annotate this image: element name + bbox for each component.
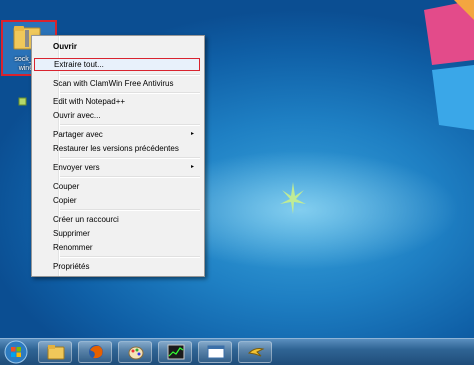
menu-item-edit-notepad[interactable]: Edit with Notepad++ (18, 95, 200, 108)
menu-item-open[interactable]: Ouvrir (34, 40, 200, 53)
windows-explorer-icon (47, 345, 65, 360)
menu-item-label: Partager avec (53, 130, 103, 139)
menu-item-delete[interactable]: Supprimer (34, 227, 200, 240)
menu-separator (60, 124, 200, 126)
menu-separator (60, 256, 200, 258)
context-menu: Ouvrir Extraire tout... Scan with ClamWi… (18, 35, 205, 277)
menu-separator (60, 74, 200, 76)
menu-separator (60, 176, 200, 178)
menu-item-open-with[interactable]: Ouvrir avec... (34, 109, 200, 122)
windows-logo-wallpaper-icon (424, 0, 474, 130)
menu-item-copy[interactable]: Copier (34, 194, 200, 207)
start-button-icon[interactable] (2, 340, 30, 364)
menu-separator (60, 157, 200, 159)
submenu-arrow-icon: ▸ (190, 131, 194, 137)
submenu-arrow-icon: ▸ (190, 164, 194, 170)
window-icon (207, 345, 225, 359)
menu-item-extract-all[interactable]: Extraire tout... (34, 58, 200, 71)
menu-item-clamwin-scan[interactable]: Scan with ClamWin Free Antivirus (34, 77, 200, 90)
menu-item-rename[interactable]: Renommer (34, 241, 200, 254)
taskbar-paint-button[interactable] (118, 341, 152, 363)
menu-item-label: Envoyer vers (53, 163, 100, 172)
menu-item-create-shortcut[interactable]: Créer un raccourci (34, 213, 200, 226)
menu-item-share-with[interactable]: Partager avec ▸ (34, 128, 200, 141)
firefox-icon (89, 345, 103, 359)
taskbar-explorer-button[interactable] (38, 341, 72, 363)
menu-item-send-to[interactable]: Envoyer vers ▸ (34, 161, 200, 174)
menu-separator (60, 92, 200, 94)
menu-separator (60, 209, 200, 211)
taskbar (0, 338, 474, 365)
task-manager-icon (167, 344, 185, 360)
taskbar-window-button[interactable] (198, 341, 232, 363)
taskbar-bird-button[interactable] (238, 341, 272, 363)
menu-item-cut[interactable]: Couper (34, 180, 200, 193)
paint-icon (128, 346, 144, 360)
menu-item-properties[interactable]: Propriétés (34, 260, 200, 273)
notepad-plus-icon (18, 97, 27, 106)
taskbar-task-manager-button[interactable] (158, 341, 192, 363)
menu-item-label: Edit with Notepad++ (53, 97, 126, 106)
taskbar-firefox-button[interactable] (78, 341, 112, 363)
menu-item-restore-versions[interactable]: Restaurer les versions précédentes (34, 142, 200, 155)
wallpaper-bird-icon (280, 182, 306, 214)
bird-icon (247, 348, 265, 357)
